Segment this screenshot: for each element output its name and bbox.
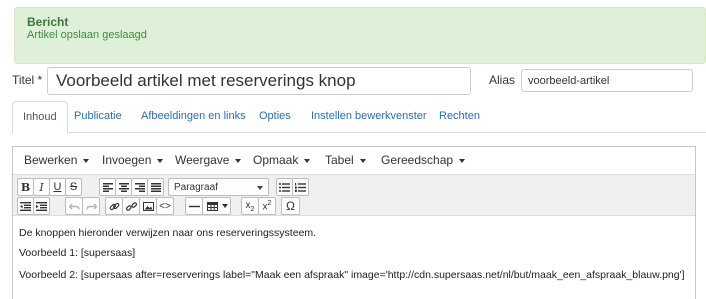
chevron-down-icon: [235, 158, 242, 163]
bold-button[interactable]: B: [17, 178, 34, 196]
outdent-button[interactable]: [17, 197, 34, 215]
menu-invoegen-label: Invoegen: [102, 153, 152, 167]
chevron-down-icon: [157, 158, 164, 163]
italic-icon: I: [39, 180, 44, 194]
superscript-button[interactable]: x2: [258, 197, 276, 215]
align-right-icon: [134, 182, 145, 192]
bullet-list-button[interactable]: [276, 178, 293, 196]
menu-tabel-label: Tabel: [325, 153, 354, 167]
chevron-down-icon: [359, 158, 366, 163]
menu-gereedschap-label: Gereedschap: [381, 153, 454, 167]
menu-weergave-label: Weergave: [175, 153, 230, 167]
image-icon: [142, 201, 154, 211]
success-message: Bericht Artikel opslaan geslaagd: [14, 7, 706, 64]
bullet-list-icon: [279, 182, 290, 192]
title-label: Titel *: [12, 73, 43, 87]
numbered-list-icon: [295, 182, 306, 192]
underline-button[interactable]: U: [49, 178, 66, 196]
image-button[interactable]: [139, 197, 157, 215]
tab-inhoud[interactable]: Inhoud: [12, 101, 68, 134]
tab-instellen-bewerkvenster[interactable]: Instellen bewerkvenster: [301, 101, 437, 133]
table-button[interactable]: [202, 197, 231, 215]
code-button[interactable]: <>: [156, 197, 174, 215]
undo-button[interactable]: [65, 197, 83, 215]
format-select[interactable]: Paragraaf: [168, 178, 269, 196]
message-title: Bericht: [27, 15, 69, 29]
chevron-down-icon: [304, 158, 311, 163]
underline-icon: U: [53, 181, 62, 193]
menu-bewerken[interactable]: Bewerken: [24, 153, 90, 167]
tab-publicatie[interactable]: Publicatie: [64, 101, 132, 133]
redo-button[interactable]: [82, 197, 100, 215]
menu-gereedschap[interactable]: Gereedschap: [381, 153, 466, 167]
align-justify-button[interactable]: [147, 178, 164, 196]
editor-toolbar: B I U S Paragraaf <> x2 x2 Ω: [13, 175, 695, 216]
code-icon: <>: [159, 200, 171, 212]
link-button[interactable]: [105, 197, 123, 215]
align-center-icon: [118, 182, 129, 192]
chevron-down-icon: [222, 204, 228, 208]
menu-opmaak-label: Opmaak: [253, 153, 299, 167]
special-character-button[interactable]: Ω: [281, 197, 300, 215]
align-center-button[interactable]: [115, 178, 132, 196]
subscript-icon: x2: [245, 199, 255, 213]
unlink-icon: [125, 201, 137, 211]
horizontal-rule-button[interactable]: [185, 197, 203, 215]
numbered-list-button[interactable]: [292, 178, 309, 196]
subscript-button[interactable]: x2: [241, 197, 259, 215]
italic-button[interactable]: I: [33, 178, 50, 196]
menu-invoegen[interactable]: Invoegen: [102, 153, 164, 167]
content-line-3: Voorbeeld 2: [supersaas after=reserverin…: [19, 269, 685, 281]
menu-bewerken-label: Bewerken: [24, 153, 78, 167]
rich-text-editor: Bewerken Invoegen Weergave Opmaak Tabel …: [12, 146, 696, 299]
format-select-value: Paragraaf: [174, 181, 218, 193]
outdent-icon: [20, 201, 31, 211]
indent-icon: [36, 201, 47, 211]
alias-label: Alias: [489, 73, 516, 87]
chevron-down-icon: [257, 186, 263, 190]
strikethrough-icon: S: [69, 181, 78, 193]
menu-weergave[interactable]: Weergave: [175, 153, 242, 167]
superscript-icon: x2: [262, 199, 272, 213]
align-justify-icon: [150, 182, 161, 192]
content-line-2: Voorbeeld 1: [supersaas]: [19, 247, 136, 259]
tab-afbeeldingen-en-links[interactable]: Afbeeldingen en links: [131, 101, 256, 133]
unlink-button[interactable]: [122, 197, 140, 215]
content-line-1: De knoppen hieronder verwijzen naar ons …: [19, 227, 317, 239]
indent-button[interactable]: [33, 197, 50, 215]
table-icon: [207, 201, 218, 211]
message-text: Artikel opslaan geslaagd: [27, 29, 147, 41]
align-left-button[interactable]: [99, 178, 116, 196]
align-left-icon: [102, 182, 113, 192]
chevron-down-icon: [459, 158, 466, 163]
bold-icon: B: [20, 180, 31, 194]
menu-opmaak[interactable]: Opmaak: [253, 153, 311, 167]
redo-icon: [85, 203, 97, 210]
menu-tabel[interactable]: Tabel: [325, 153, 366, 167]
editor-menubar: Bewerken Invoegen Weergave Opmaak Tabel …: [13, 147, 695, 175]
align-right-button[interactable]: [131, 178, 148, 196]
tab-opties[interactable]: Opties: [249, 101, 301, 133]
horizontal-rule-icon: [188, 205, 200, 207]
tab-bar: Inhoud Publicatie Afbeeldingen en links …: [12, 101, 706, 134]
link-icon: [109, 202, 119, 210]
omega-icon: Ω: [286, 199, 295, 213]
title-input[interactable]: [47, 67, 471, 95]
strikethrough-button[interactable]: S: [65, 178, 82, 196]
alias-input[interactable]: [521, 69, 693, 92]
undo-icon: [68, 203, 80, 210]
chevron-down-icon: [83, 158, 90, 163]
tab-rechten[interactable]: Rechten: [429, 101, 490, 133]
